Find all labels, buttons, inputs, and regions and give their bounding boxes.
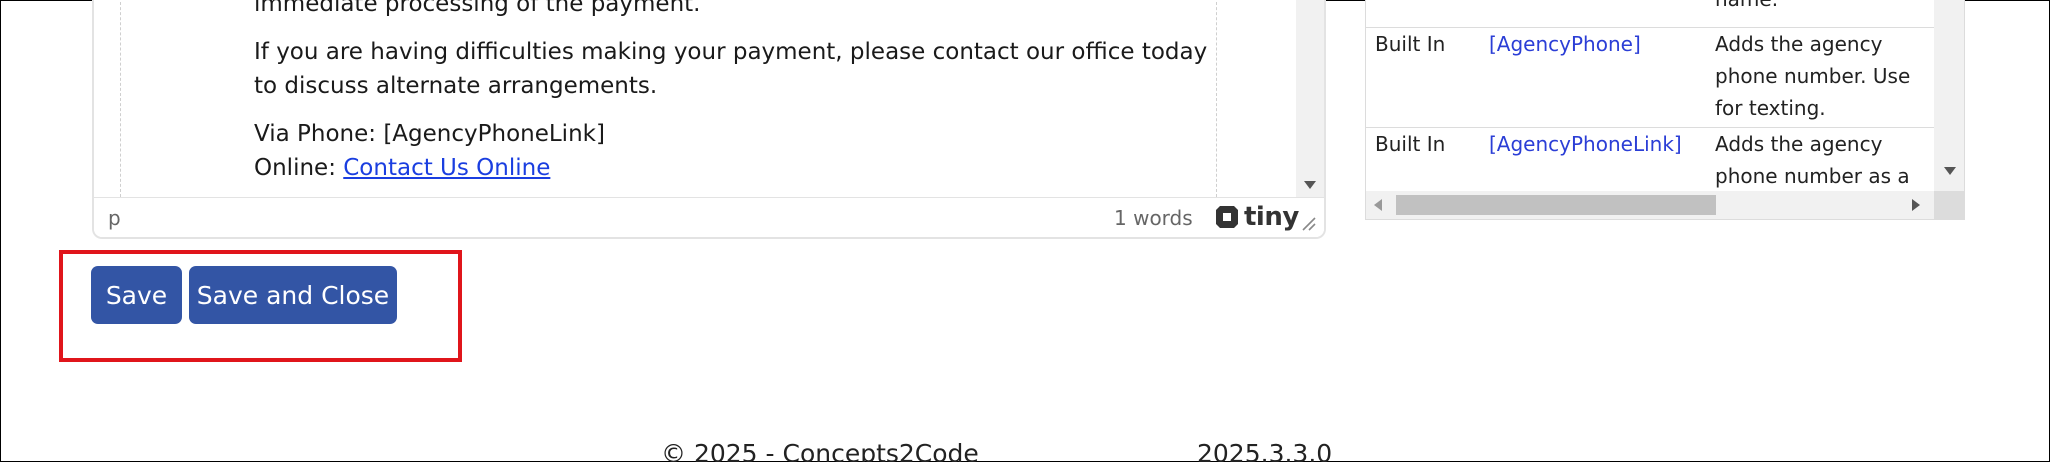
page-guide-right xyxy=(1216,0,1217,197)
scroll-left-arrow-icon[interactable] xyxy=(1374,199,1382,211)
page-guide-left xyxy=(120,0,121,197)
online-label: Online: xyxy=(254,155,344,181)
save-button[interactable]: Save xyxy=(91,266,182,324)
copyright-text: © 2025 - Concepts2Code xyxy=(661,439,979,462)
editor-content-area[interactable]: immediate processing of the payment. If … xyxy=(94,0,1324,197)
row-description: Adds the agency phone number as a xyxy=(1715,132,1910,188)
row-type: Built In xyxy=(1375,132,1446,156)
editor-document[interactable]: immediate processing of the payment. If … xyxy=(254,0,1214,185)
version-text: 2025.3.3.0 xyxy=(1197,439,1333,462)
row-type: Built In xyxy=(1375,32,1446,56)
paragraph-contact: Via Phone: [AgencyPhoneLink] Online: Con… xyxy=(254,117,1214,185)
scroll-down-arrow-icon[interactable] xyxy=(1304,181,1316,189)
editor-statusbar: p 1 words tiny xyxy=(94,197,1324,237)
tiny-logo-icon xyxy=(1216,206,1238,228)
scrollbar-corner xyxy=(1934,191,1964,219)
save-and-close-button[interactable]: Save and Close xyxy=(189,266,397,324)
via-phone-line: Via Phone: [AgencyPhoneLink] xyxy=(254,121,605,147)
scroll-right-arrow-icon[interactable] xyxy=(1912,199,1920,211)
row-field-agency-phone-link[interactable]: [AgencyPhoneLink] xyxy=(1489,128,1699,160)
table-row: Built In [AgencyPhoneLink] Adds the agen… xyxy=(1366,127,1934,191)
element-path[interactable]: p xyxy=(108,206,121,230)
paragraph-processing: immediate processing of the payment. xyxy=(254,0,701,17)
row-field-agency-phone[interactable]: [AgencyPhone] xyxy=(1489,28,1699,60)
scroll-down-arrow-icon[interactable] xyxy=(1944,167,1956,175)
table-row: Built In [AgencyPhone] Adds the agency p… xyxy=(1366,27,1934,127)
word-count[interactable]: 1 words xyxy=(1114,206,1193,230)
merge-fields-rows[interactable]: name. Built In [AgencyPhone] Adds the ag… xyxy=(1366,0,1934,191)
rich-text-editor[interactable]: immediate processing of the payment. If … xyxy=(92,0,1326,239)
tiny-brand-text: tiny xyxy=(1244,202,1299,232)
row-description: Adds the agency phone number. Use for te… xyxy=(1715,32,1911,120)
editor-vertical-scrollbar[interactable] xyxy=(1296,0,1324,197)
scrollbar-thumb[interactable] xyxy=(1396,195,1716,215)
row-description: name. xyxy=(1715,0,1925,15)
contact-us-online-link[interactable]: Contact Us Online xyxy=(343,155,550,181)
table-horizontal-scrollbar[interactable] xyxy=(1366,191,1934,219)
merge-fields-table: name. Built In [AgencyPhone] Adds the ag… xyxy=(1365,0,1965,220)
table-row: name. xyxy=(1366,0,1934,29)
paragraph-difficulties: If you are having difficulties making yo… xyxy=(254,39,1208,99)
tiny-logo[interactable]: tiny xyxy=(1214,202,1299,232)
resize-handle-icon[interactable] xyxy=(1300,215,1316,231)
table-vertical-scrollbar[interactable] xyxy=(1934,0,1964,191)
